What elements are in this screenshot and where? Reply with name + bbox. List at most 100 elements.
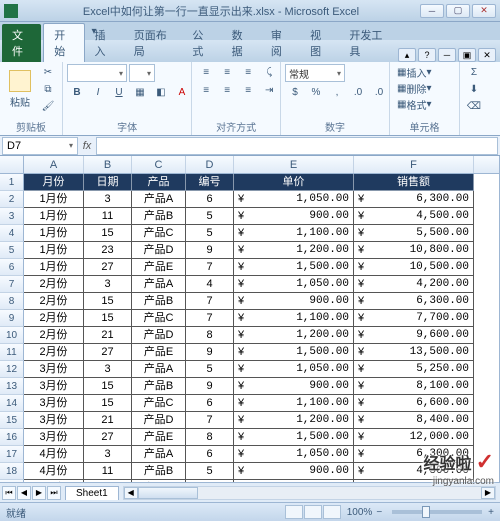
row-header[interactable]: 17: [0, 446, 24, 463]
cell[interactable]: ¥900.00: [234, 463, 354, 480]
formula-bar[interactable]: [96, 137, 498, 155]
cell[interactable]: 6: [186, 395, 234, 412]
cell[interactable]: 2月份: [24, 327, 84, 344]
fill-color-button[interactable]: ◧: [151, 84, 171, 100]
cell[interactable]: 3月份: [24, 429, 84, 446]
cell[interactable]: ¥1,050.00: [234, 276, 354, 293]
zoom-out-button[interactable]: −: [376, 507, 382, 518]
italic-button[interactable]: I: [88, 84, 108, 100]
cell[interactable]: 9: [186, 242, 234, 259]
col-header-b[interactable]: B: [84, 156, 132, 173]
cell[interactable]: 7: [186, 259, 234, 276]
format-painter-icon[interactable]: 🖌: [38, 98, 58, 114]
workbook-close-button[interactable]: ✕: [478, 48, 496, 62]
row-header[interactable]: 19: [0, 480, 24, 482]
cell[interactable]: 产品C: [132, 480, 186, 482]
tab-view[interactable]: 视图: [300, 24, 339, 62]
cell[interactable]: 27: [84, 259, 132, 276]
header-cell[interactable]: 销售额: [354, 174, 474, 191]
cell[interactable]: 6: [186, 446, 234, 463]
cell[interactable]: ¥1,050.00: [234, 446, 354, 463]
name-box[interactable]: D7▾: [2, 137, 78, 155]
cell[interactable]: ¥8,100.00: [354, 378, 474, 395]
cell[interactable]: ¥1,100.00: [234, 480, 354, 482]
col-header-a[interactable]: A: [24, 156, 84, 173]
cell[interactable]: ¥4,200.00: [354, 276, 474, 293]
row-header[interactable]: 14: [0, 395, 24, 412]
row-header[interactable]: 1: [0, 174, 24, 191]
paste-button[interactable]: 粘贴: [4, 64, 36, 114]
cell[interactable]: ¥1,200.00: [234, 412, 354, 429]
cell[interactable]: 4: [186, 276, 234, 293]
cell[interactable]: ¥900.00: [234, 293, 354, 310]
cell[interactable]: 5: [186, 463, 234, 480]
tab-nav-prev[interactable]: ◀: [17, 486, 31, 500]
cell[interactable]: 1月份: [24, 191, 84, 208]
cell[interactable]: 3: [84, 276, 132, 293]
cell[interactable]: 3月份: [24, 395, 84, 412]
view-layout-button[interactable]: [304, 505, 322, 519]
workbook-minimize-button[interactable]: ─: [438, 48, 456, 62]
cell[interactable]: 产品D: [132, 327, 186, 344]
cell[interactable]: 11: [84, 208, 132, 225]
cell[interactable]: 1月份: [24, 242, 84, 259]
sheet-tab[interactable]: Sheet1: [65, 486, 119, 500]
cell[interactable]: 1月份: [24, 259, 84, 276]
cell[interactable]: 8: [186, 429, 234, 446]
cell[interactable]: 15: [84, 480, 132, 482]
cell[interactable]: ¥13,500.00: [354, 344, 474, 361]
cell[interactable]: 3月份: [24, 361, 84, 378]
cell[interactable]: 15: [84, 378, 132, 395]
close-button[interactable]: ✕: [472, 4, 496, 18]
tab-nav-first[interactable]: ⏮: [2, 486, 16, 500]
cell[interactable]: 4月份: [24, 480, 84, 482]
fx-icon[interactable]: fx: [78, 140, 96, 152]
increase-decimal-icon[interactable]: .0: [348, 84, 368, 100]
cell[interactable]: 产品D: [132, 412, 186, 429]
maximize-button[interactable]: ▢: [446, 4, 470, 18]
cell[interactable]: 3月份: [24, 412, 84, 429]
row-header[interactable]: 6: [0, 259, 24, 276]
tab-developer[interactable]: 开发工具: [339, 24, 398, 62]
cell[interactable]: ¥1,500.00: [234, 259, 354, 276]
cell[interactable]: ¥5,500.00: [354, 225, 474, 242]
fill-down-icon[interactable]: ⬇: [464, 81, 484, 97]
cell[interactable]: ¥6,300.00: [354, 191, 474, 208]
clear-icon[interactable]: ⌫: [464, 98, 484, 114]
cell[interactable]: 8: [186, 327, 234, 344]
row-header[interactable]: 12: [0, 361, 24, 378]
align-right-icon[interactable]: ≡: [238, 82, 258, 98]
number-format-combo[interactable]: 常规▾: [285, 64, 345, 82]
row-header[interactable]: 15: [0, 412, 24, 429]
cell[interactable]: 2月份: [24, 344, 84, 361]
cell[interactable]: 7: [186, 293, 234, 310]
align-left-icon[interactable]: ≡: [196, 82, 216, 98]
cell[interactable]: 产品C: [132, 395, 186, 412]
cell[interactable]: 产品A: [132, 276, 186, 293]
col-header-c[interactable]: C: [132, 156, 186, 173]
cell[interactable]: 3: [84, 191, 132, 208]
cell[interactable]: ¥1,500.00: [234, 344, 354, 361]
tab-page-layout[interactable]: 页面布局: [124, 24, 183, 62]
comma-icon[interactable]: ,: [327, 84, 347, 100]
cell[interactable]: 21: [84, 327, 132, 344]
cell[interactable]: 产品A: [132, 191, 186, 208]
cell[interactable]: ¥10,500.00: [354, 259, 474, 276]
cell[interactable]: 7: [186, 310, 234, 327]
col-header-f[interactable]: F: [354, 156, 474, 173]
minimize-button[interactable]: ─: [420, 4, 444, 18]
cell[interactable]: ¥9,600.00: [354, 327, 474, 344]
cell[interactable]: 9: [186, 344, 234, 361]
cell[interactable]: 产品B: [132, 293, 186, 310]
indent-icon[interactable]: ⇥: [259, 82, 279, 98]
cell[interactable]: ¥1,100.00: [234, 310, 354, 327]
row-header[interactable]: 5: [0, 242, 24, 259]
bold-button[interactable]: B: [67, 84, 87, 100]
cell[interactable]: ¥10,800.00: [354, 242, 474, 259]
scroll-thumb[interactable]: [138, 487, 198, 499]
row-header[interactable]: 2: [0, 191, 24, 208]
cell[interactable]: ¥1,500.00: [234, 429, 354, 446]
cell[interactable]: ¥1,200.00: [234, 242, 354, 259]
cell[interactable]: ¥12,000.00: [354, 429, 474, 446]
cell[interactable]: 产品E: [132, 344, 186, 361]
